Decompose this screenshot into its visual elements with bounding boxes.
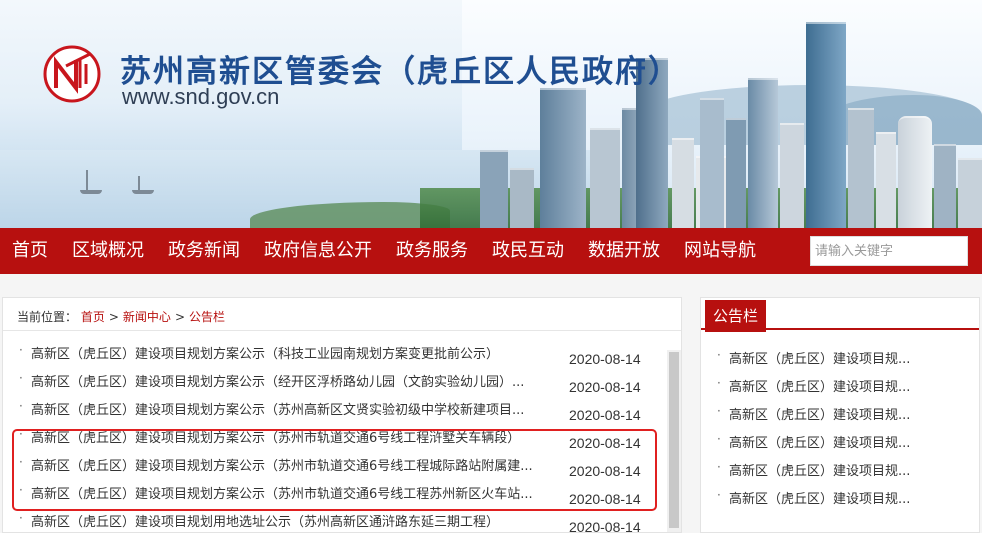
bulletin-sidebar: 公告栏 · 高新区（虎丘区）建设项目规... · 高新区（虎丘区）建设项目规..… [700, 297, 980, 533]
nav-item-open-data[interactable]: 数据开放 [576, 228, 672, 274]
building [958, 158, 982, 228]
bullet-icon: · [717, 348, 721, 362]
sailboat [80, 170, 102, 194]
building [480, 150, 508, 228]
building [700, 98, 724, 228]
news-list-scrollbar[interactable] [667, 350, 681, 532]
nav-item-news[interactable]: 政务新闻 [156, 228, 252, 274]
nav-item-home[interactable]: 首页 [0, 228, 60, 274]
news-title-link[interactable]: 高新区（虎丘区）建设项目规划方案公示（科技工业园南规划方案变更批前公示） [31, 343, 566, 362]
news-date: 2020-08-14 [569, 379, 641, 395]
sidebar-item-link[interactable]: 高新区（虎丘区）建设项目规... [729, 348, 925, 367]
building [540, 88, 586, 228]
news-row: · 高新区（虎丘区）建设项目规划方案公示（苏州高新区文贤实验初级中学校新建项目.… [3, 394, 667, 423]
building [748, 78, 778, 228]
breadcrumb: 当前位置： 首页 > 新闻中心 > 公告栏 [17, 308, 225, 325]
divider [3, 330, 681, 331]
news-title-link[interactable]: 高新区（虎丘区）建设项目规划方案公示（苏州高新区文贤实验初级中学校新建项目... [31, 399, 566, 418]
building [726, 118, 746, 228]
bullet-icon: · [19, 399, 23, 413]
bullet-icon: · [19, 511, 23, 525]
nav-item-sitemap[interactable]: 网站导航 [672, 228, 768, 274]
news-date: 2020-08-14 [569, 351, 641, 367]
building [672, 138, 694, 228]
sidebar-item-link[interactable]: 高新区（虎丘区）建设项目规... [729, 432, 925, 451]
sidebar-title[interactable]: 公告栏 [705, 300, 767, 332]
scrollbar-thumb[interactable] [669, 352, 679, 528]
bullet-icon: · [717, 432, 721, 446]
sidebar-item: · 高新区（虎丘区）建设项目规... [701, 454, 979, 482]
bullet-icon: · [717, 488, 721, 502]
building [848, 108, 874, 228]
nav-item-services[interactable]: 政务服务 [384, 228, 480, 274]
sailboat [132, 176, 154, 194]
sidebar-item-link[interactable]: 高新区（虎丘区）建设项目规... [729, 404, 925, 423]
bullet-icon: · [717, 376, 721, 390]
building [510, 168, 534, 228]
header-banner: 苏州高新区管委会（虎丘区人民政府） www.snd.gov.cn [0, 0, 982, 228]
bullet-icon: · [19, 371, 23, 385]
sidebar-item-link[interactable]: 高新区（虎丘区）建设项目规... [729, 488, 925, 507]
logo-icon [43, 45, 101, 103]
news-title-link[interactable]: 高新区（虎丘区）建设项目规划用地选址公示（苏州高新区通浒路东延三期工程） [31, 511, 566, 530]
bullet-icon: · [717, 460, 721, 474]
sidebar-item: · 高新区（虎丘区）建设项目规... [701, 426, 979, 454]
breadcrumb-news-center[interactable]: 新闻中心 [123, 310, 171, 324]
building [590, 128, 620, 228]
bullet-icon: · [717, 404, 721, 418]
sidebar-item: · 高新区（虎丘区）建设项目规... [701, 370, 979, 398]
bullet-icon: · [19, 343, 23, 357]
sidebar-item-link[interactable]: 高新区（虎丘区）建设项目规... [729, 460, 925, 479]
site-url: www.snd.gov.cn [122, 84, 280, 109]
sidebar-header: 公告栏 [701, 298, 979, 332]
building [934, 144, 956, 228]
breadcrumb-prefix: 当前位置： [17, 310, 78, 324]
breadcrumb-separator: > [174, 310, 185, 324]
news-row: · 高新区（虎丘区）建设项目规划方案公示（科技工业园南规划方案变更批前公示） 2… [3, 338, 667, 367]
breadcrumb-separator: > [108, 310, 119, 324]
breadcrumb-bulletin[interactable]: 公告栏 [189, 310, 225, 324]
building [876, 132, 896, 228]
news-title-link[interactable]: 高新区（虎丘区）建设项目规划方案公示（经开区浮桥路幼儿园（文韵实验幼儿园）... [31, 371, 566, 390]
building [806, 22, 846, 228]
sidebar-item: · 高新区（虎丘区）建设项目规... [701, 482, 979, 510]
nav-item-gov-info[interactable]: 政府信息公开 [252, 228, 384, 274]
search-box [810, 236, 968, 266]
building [898, 116, 932, 228]
sidebar-item-link[interactable]: 高新区（虎丘区）建设项目规... [729, 376, 925, 395]
sidebar-item: · 高新区（虎丘区）建设项目规... [701, 398, 979, 426]
nav-item-interaction[interactable]: 政民互动 [480, 228, 576, 274]
breadcrumb-home[interactable]: 首页 [81, 310, 105, 324]
news-row: · 高新区（虎丘区）建设项目规划方案公示（经开区浮桥路幼儿园（文韵实验幼儿园）.… [3, 366, 667, 395]
nav-item-overview[interactable]: 区域概况 [60, 228, 156, 274]
building [780, 123, 804, 228]
highlight-annotation-box [12, 429, 657, 511]
sidebar-item: · 高新区（虎丘区）建设项目规... [701, 342, 979, 370]
main-nav: 首页 区域概况 政务新闻 政府信息公开 政务服务 政民互动 数据开放 网站导航 [0, 228, 982, 274]
news-date: 2020-08-14 [569, 407, 641, 423]
search-input[interactable] [811, 237, 961, 265]
